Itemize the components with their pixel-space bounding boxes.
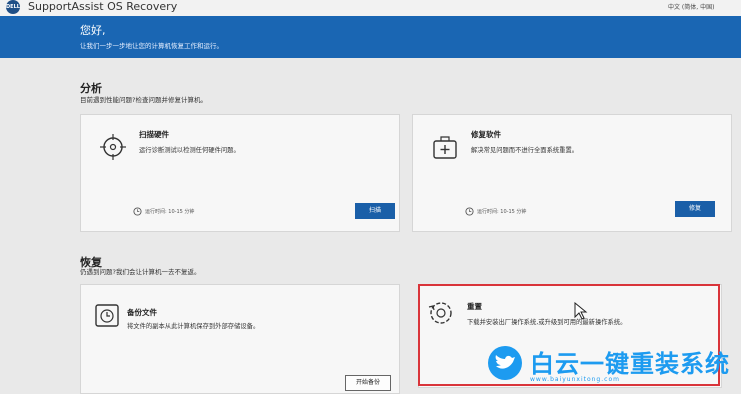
- start-backup-button[interactable]: 开始备份: [345, 375, 391, 391]
- clock-icon: [133, 207, 142, 216]
- repair-button[interactable]: 修复: [675, 201, 715, 217]
- scan-hardware-desc: 运行诊断测试以检测任何硬件问题。: [139, 147, 240, 154]
- watermark-text: 白云一键重装系统: [530, 350, 730, 378]
- title-bar: DELL SupportAssist OS Recovery 中文 (简体, 中…: [0, 0, 741, 16]
- repair-software-card[interactable]: 修复软件 解决常见问题而不进行全面系统重置。 运行时间: 10-15 分钟 修复: [412, 114, 732, 232]
- toolbox-icon: [433, 136, 457, 159]
- language-selector[interactable]: 中文 (简体, 中国): [668, 2, 714, 11]
- repair-software-desc: 解决常见问题而不进行全面系统重置。: [471, 147, 579, 154]
- greeting: 您好,: [80, 24, 106, 37]
- scan-hardware-time: 运行时间: 10-15 分钟: [145, 209, 195, 215]
- scan-hardware-card[interactable]: 扫描硬件 运行诊断测试以检测任何硬件问题。 运行时间: 10-15 分钟 扫描: [80, 114, 400, 232]
- crosshair-icon: [100, 134, 126, 160]
- watermark-url: www.baiyunxitong.com: [530, 376, 620, 383]
- app-title: SupportAssist OS Recovery: [28, 0, 178, 13]
- hero-subtitle: 让我们一步一步地让您的计算机恢复工作和运行。: [80, 42, 223, 50]
- repair-software-time: 运行时间: 10-15 分钟: [477, 209, 527, 215]
- backup-files-desc: 将文件的副本从此计算机保存到外部存储设备。: [127, 323, 260, 330]
- watermark: 白云一键重装系统 www.baiyunxitong.com: [488, 344, 730, 388]
- mouse-cursor-icon: [574, 302, 588, 320]
- backup-files-card[interactable]: 备份文件 将文件的副本从此计算机保存到外部存储设备。 开始备份: [80, 284, 400, 394]
- dell-logo: DELL: [6, 0, 20, 14]
- bird-logo-icon: [488, 346, 522, 380]
- scan-button[interactable]: 扫描: [355, 203, 395, 219]
- backup-files-title: 备份文件: [127, 308, 157, 317]
- analyze-subtitle: 目前遇到性能问题?检查问题并修复计算机。: [80, 96, 207, 104]
- hero-banner: 您好, 让我们一步一步地让您的计算机恢复工作和运行。: [0, 16, 741, 58]
- repair-software-title: 修复软件: [471, 130, 501, 139]
- scan-hardware-title: 扫描硬件: [139, 130, 169, 139]
- clock-backup-icon: [95, 304, 119, 327]
- recover-subtitle: 仍遇到问题?我们会让计算机一去不复返。: [80, 268, 201, 276]
- clock-icon: [465, 207, 474, 216]
